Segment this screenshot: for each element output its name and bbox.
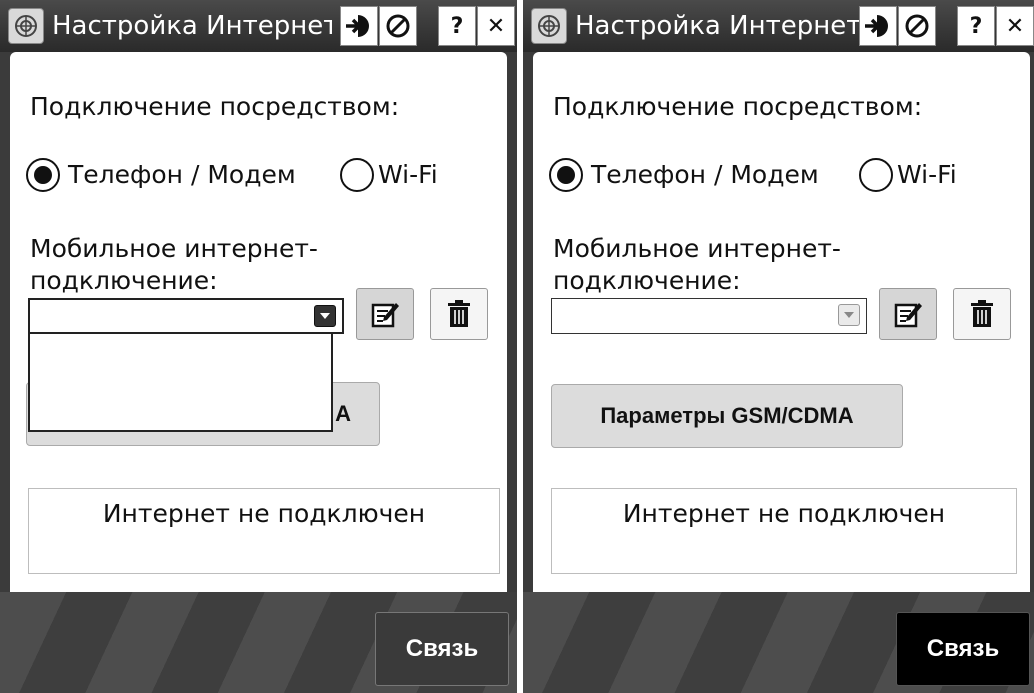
connect-via-label: Подключение посредством: xyxy=(30,92,400,121)
connection-status-text: Интернет не подключен xyxy=(102,499,426,528)
mobile-connection-select[interactable] xyxy=(28,298,344,334)
trash-icon xyxy=(971,300,993,327)
internet-settings-window: Настройка Интернета ? ✕ Подключение поср… xyxy=(523,0,1034,693)
title-bar: Настройка Интернета ? ✕ xyxy=(0,0,517,52)
connect-via-label: Подключение посредством: xyxy=(553,92,923,121)
mobile-connection-label-line1: Мобильное интернет- xyxy=(30,234,318,263)
settings-form: Подключение посредством: Телефон / Модем… xyxy=(533,52,1030,592)
enter-arrow-icon xyxy=(346,15,369,37)
chevron-down-icon[interactable] xyxy=(314,305,336,327)
title-bar: Настройка Интернета ? ✕ xyxy=(523,0,1034,52)
cancel-button[interactable] xyxy=(379,6,417,46)
edit-note-icon xyxy=(894,303,922,328)
radio-wifi[interactable] xyxy=(340,158,374,192)
mobile-connection-select[interactable] xyxy=(551,298,867,334)
cancel-button[interactable] xyxy=(898,6,936,46)
gsm-cdma-settings-button[interactable]: Параметры GSM/CDMA xyxy=(551,384,903,448)
radio-phone-modem-label[interactable]: Телефон / Модем xyxy=(68,160,296,190)
question-icon: ? xyxy=(450,13,464,39)
help-button[interactable]: ? xyxy=(957,6,995,46)
connect-button[interactable]: Связь xyxy=(896,612,1030,686)
settings-form: Подключение посредством: Телефон / Модем… xyxy=(10,52,507,592)
internet-settings-window-dropdown-open: Настройка Интернета ? ✕ Подключение поср… xyxy=(0,0,517,693)
help-button[interactable]: ? xyxy=(438,6,476,46)
radio-wifi[interactable] xyxy=(859,158,893,192)
no-entry-icon xyxy=(905,14,929,38)
radio-wifi-label[interactable]: Wi-Fi xyxy=(378,160,438,190)
ok-button[interactable] xyxy=(340,6,378,46)
radio-phone-modem[interactable] xyxy=(549,158,583,192)
connection-status-text: Интернет не подключен xyxy=(622,499,946,528)
ok-button[interactable] xyxy=(859,6,897,46)
mobile-connection-label-line1: Мобильное интернет- xyxy=(553,234,841,263)
edit-connection-button[interactable] xyxy=(356,288,414,340)
radio-phone-modem-label[interactable]: Телефон / Модем xyxy=(591,160,819,190)
close-icon: ✕ xyxy=(486,13,506,39)
radio-phone-modem[interactable] xyxy=(26,158,60,192)
trash-icon xyxy=(448,300,470,327)
edit-connection-button[interactable] xyxy=(879,288,937,340)
close-button[interactable]: ✕ xyxy=(477,6,515,46)
mobile-connection-label-line2: подключение: xyxy=(553,266,741,295)
mobile-connection-dropdown-list[interactable] xyxy=(28,332,333,432)
close-icon: ✕ xyxy=(1005,13,1025,39)
rosette-icon[interactable] xyxy=(8,8,44,44)
no-entry-icon xyxy=(386,14,410,38)
connect-button[interactable]: Связь xyxy=(375,612,509,686)
question-icon: ? xyxy=(969,13,983,39)
edit-note-icon xyxy=(371,303,399,328)
window-title: Настройка Интернета xyxy=(575,11,859,41)
connection-status-box: Интернет не подключен xyxy=(551,488,1017,574)
rosette-icon[interactable] xyxy=(531,8,567,44)
window-title: Настройка Интернета xyxy=(52,11,332,41)
connection-status-box: Интернет не подключен xyxy=(28,488,500,574)
chevron-down-icon[interactable] xyxy=(838,304,860,326)
mobile-connection-label-line2: подключение: xyxy=(30,266,218,295)
enter-arrow-icon xyxy=(865,15,888,37)
close-button[interactable]: ✕ xyxy=(996,6,1034,46)
radio-wifi-label[interactable]: Wi-Fi xyxy=(897,160,957,190)
delete-connection-button[interactable] xyxy=(430,288,488,340)
delete-connection-button[interactable] xyxy=(953,288,1011,340)
